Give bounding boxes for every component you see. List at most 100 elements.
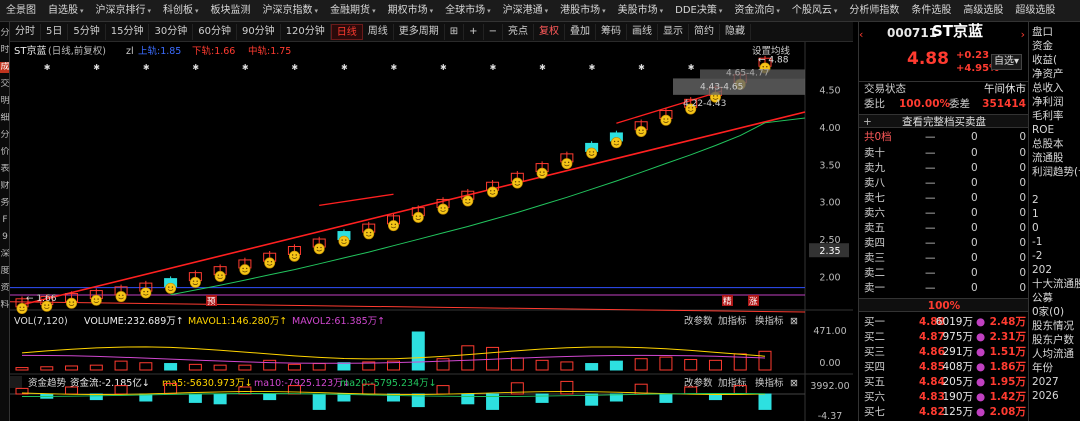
volume-bar[interactable] xyxy=(139,362,153,371)
event-marker-icon[interactable]: ✱ xyxy=(688,63,695,72)
event-marker-icon[interactable]: ✱ xyxy=(341,63,348,72)
volume-bar[interactable] xyxy=(40,366,54,371)
volume-bar[interactable] xyxy=(15,367,29,371)
nav-item-18[interactable]: 超级选股 xyxy=(1009,0,1061,21)
left-tab-char[interactable]: 财 xyxy=(0,181,9,192)
volume-bar[interactable] xyxy=(585,363,599,371)
volume-bar[interactable] xyxy=(337,362,351,371)
nav-item-14[interactable]: 个股风云 ▾ xyxy=(786,0,844,21)
nav-item-1[interactable]: 自选股 ▾ xyxy=(42,0,90,21)
toolbar-item-17[interactable]: 筹码 xyxy=(596,23,627,40)
nav-item-2[interactable]: 沪深京排行 ▾ xyxy=(90,0,158,21)
left-tab-char[interactable]: 时 xyxy=(0,45,9,56)
volume-bar[interactable] xyxy=(609,360,623,371)
toolbar-item-20[interactable]: 简约 xyxy=(689,23,720,40)
nav-item-4[interactable]: 板块监测 xyxy=(205,0,257,21)
close-icon[interactable]: ⊠ xyxy=(790,316,798,327)
left-tab-char[interactable]: 表 xyxy=(0,164,9,175)
event-marker-icon[interactable]: ✱ xyxy=(490,63,497,72)
trend-line-main[interactable] xyxy=(21,111,806,306)
toolbar-item-12[interactable]: + xyxy=(464,23,484,40)
prev-arrow-icon[interactable]: ‹ xyxy=(859,28,863,42)
vol-add-button[interactable]: 加指标 xyxy=(718,315,747,327)
volume-bar[interactable] xyxy=(436,358,450,371)
volume-bar[interactable] xyxy=(65,365,79,371)
full-book-button[interactable]: + 查看完整档买卖盘 xyxy=(859,114,1028,128)
nav-item-10[interactable]: 港股市场 ▾ xyxy=(554,0,612,21)
toolbar-item-8[interactable]: 日线 xyxy=(330,23,363,40)
flow-bar[interactable] xyxy=(758,393,772,410)
vol-switch-button[interactable]: 换指标 xyxy=(755,315,784,327)
flow-switch-button[interactable]: 换指标 xyxy=(755,377,784,389)
volume-bar[interactable] xyxy=(89,364,103,371)
volume-bar[interactable] xyxy=(560,361,574,371)
event-marker-icon[interactable]: ✱ xyxy=(291,63,298,72)
toolbar-item-11[interactable]: ⊞ xyxy=(445,23,465,40)
nav-item-17[interactable]: 高级选股 xyxy=(957,0,1009,21)
event-marker-icon[interactable]: ✱ xyxy=(93,63,100,72)
nav-item-11[interactable]: 美股市场 ▾ xyxy=(612,0,670,21)
left-tab-char[interactable]: 明 xyxy=(0,96,9,107)
trend-line-segment[interactable] xyxy=(319,193,394,207)
nav-item-9[interactable]: 沪深港通 ▾ xyxy=(497,0,555,21)
left-tab-char[interactable]: 深 xyxy=(0,249,9,260)
flow-settings-icon[interactable] xyxy=(10,376,22,388)
flow-bar[interactable] xyxy=(188,393,202,403)
nav-item-13[interactable]: 资金流向 ▾ xyxy=(728,0,786,21)
event-marker-icon[interactable]: ✱ xyxy=(440,63,447,72)
kline-chart-area[interactable]: ST京蓝 (日线,前复权) zl 上轨:1.85 下轨:1.66 中轨:1.75 设置均线✱… xyxy=(10,42,853,421)
toolbar-item-3[interactable]: 15分钟 xyxy=(106,23,150,40)
event-marker-icon[interactable]: ✱ xyxy=(143,63,150,72)
flow-bar[interactable] xyxy=(560,380,574,395)
left-tab-char[interactable]: 成 xyxy=(0,62,9,73)
toolbar-item-18[interactable]: 画线 xyxy=(627,23,658,40)
volume-bar[interactable] xyxy=(188,363,202,371)
volume-bar[interactable] xyxy=(114,360,128,371)
volume-bar[interactable] xyxy=(287,363,301,371)
flow-bar[interactable] xyxy=(535,393,549,403)
volume-bar[interactable] xyxy=(461,345,475,371)
volume-bar[interactable] xyxy=(659,356,673,371)
vol-params-button[interactable]: 改参数 xyxy=(684,315,713,327)
toolbar-item-10[interactable]: 更多周期 xyxy=(394,23,445,40)
volume-bar[interactable] xyxy=(634,358,648,371)
nav-item-6[interactable]: 金融期货 ▾ xyxy=(324,0,382,21)
nav-item-15[interactable]: 分析师指数 xyxy=(843,0,905,21)
flow-bar[interactable] xyxy=(436,385,450,395)
toolbar-item-2[interactable]: 5分钟 xyxy=(68,23,106,40)
close-icon[interactable]: ⊠ xyxy=(790,378,798,389)
event-marker-icon[interactable]: ✱ xyxy=(192,63,199,72)
toolbar-item-5[interactable]: 60分钟 xyxy=(193,23,237,40)
volume-bar[interactable] xyxy=(510,357,524,371)
left-tab-char[interactable]: 资 xyxy=(0,283,9,294)
volume-bar[interactable] xyxy=(312,363,326,371)
flow-bar[interactable] xyxy=(263,393,277,401)
event-marker-icon[interactable]: ✱ xyxy=(638,63,645,72)
nav-item-12[interactable]: DDE决策 ▾ xyxy=(669,0,728,21)
volume-bar[interactable] xyxy=(411,331,425,371)
toolbar-item-9[interactable]: 周线 xyxy=(363,23,394,40)
left-tab-char[interactable]: 料 xyxy=(0,300,9,311)
left-tab-char[interactable]: 分 xyxy=(0,28,9,39)
toolbar-item-21[interactable]: 隐藏 xyxy=(720,23,751,40)
flow-bar[interactable] xyxy=(312,393,326,410)
flow-add-button[interactable]: 加指标 xyxy=(718,377,747,389)
side-metric-label[interactable]: 盘口 xyxy=(1032,26,1053,39)
event-marker-icon[interactable]: ✱ xyxy=(242,63,249,72)
nav-item-5[interactable]: 沪深京指数 ▾ xyxy=(257,0,325,21)
left-tab-char[interactable]: 价 xyxy=(0,147,9,158)
flow-bar[interactable] xyxy=(659,393,673,403)
toolbar-item-7[interactable]: 120分钟 xyxy=(281,23,331,40)
nav-item-3[interactable]: 科创板 ▾ xyxy=(157,0,205,21)
left-tab-char[interactable]: 交 xyxy=(0,79,9,90)
watchlist-button[interactable]: 自选▾ xyxy=(991,54,1023,70)
volume-bar[interactable] xyxy=(733,353,747,371)
left-tab-char[interactable]: 度 xyxy=(0,266,9,277)
volume-bar[interactable] xyxy=(535,359,549,371)
nav-item-0[interactable]: 全景图 xyxy=(0,0,42,21)
volume-bar[interactable] xyxy=(164,363,178,371)
flow-bar[interactable] xyxy=(213,393,227,405)
event-marker-icon[interactable]: ✱ xyxy=(391,63,398,72)
flow-bar[interactable] xyxy=(461,393,475,405)
left-tab-char[interactable]: 分 xyxy=(0,130,9,141)
